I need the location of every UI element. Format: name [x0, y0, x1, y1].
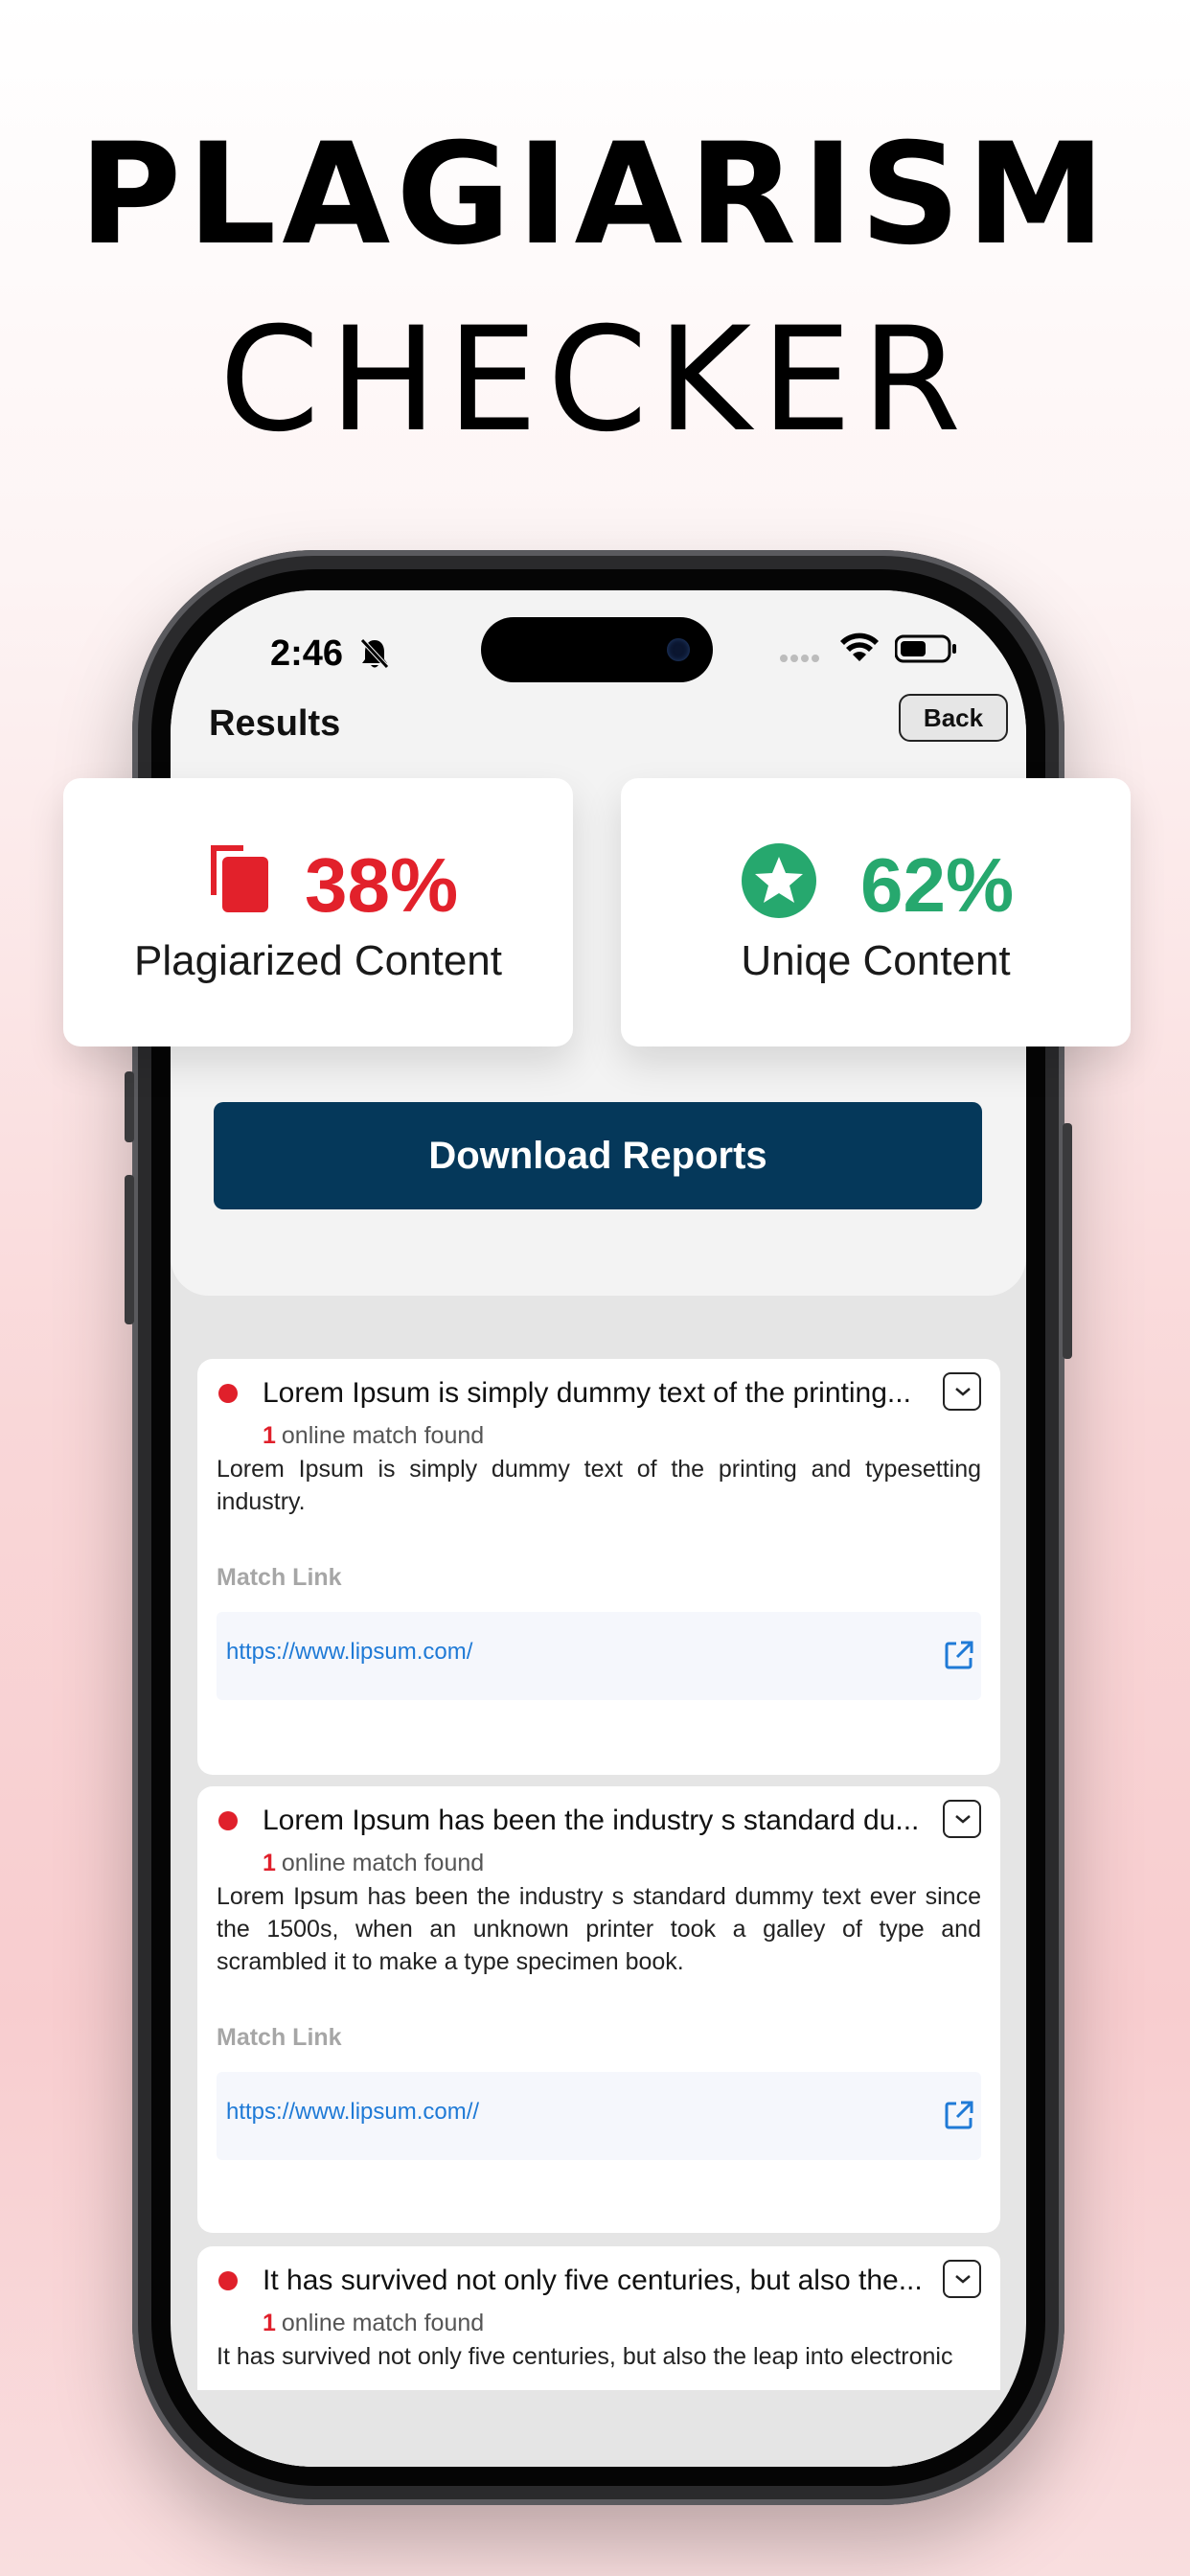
- battery-icon: [895, 634, 956, 663]
- result-description: Lorem Ipsum is simply dummy text of the …: [217, 1456, 981, 1515]
- phone-silent-switch: [125, 1071, 134, 1142]
- unique-label: Uniqe Content: [741, 937, 1011, 984]
- signal-dots-icon: [780, 650, 828, 662]
- match-link-label: Match Link: [217, 2024, 342, 2051]
- match-indicator-dot: [218, 2271, 238, 2290]
- phone-power-button: [1063, 1123, 1072, 1359]
- expand-toggle[interactable]: [943, 1372, 981, 1411]
- promo-title-line2: CHECKER: [218, 297, 972, 464]
- match-link-label: Match Link: [217, 1564, 342, 1591]
- match-indicator-dot: [218, 1384, 238, 1403]
- plagiarized-label: Plagiarized Content: [133, 937, 502, 984]
- back-button[interactable]: Back: [899, 694, 1008, 742]
- camera-icon: [667, 638, 690, 661]
- match-count: 1 online match found: [263, 2310, 485, 2336]
- chevron-down-icon: [955, 2275, 971, 2284]
- unique-percent: 62%: [860, 842, 1015, 928]
- result-title: Lorem Ipsum is simply dummy text of the …: [263, 1377, 911, 1409]
- unique-stat-card: 62% Uniqe Content: [621, 778, 1131, 1046]
- match-indicator-dot: [218, 1811, 238, 1830]
- chevron-down-icon: [955, 1388, 971, 1396]
- result-description: Lorem Ipsum has been the industry s stan…: [217, 1883, 981, 1975]
- dynamic-island: [481, 617, 713, 682]
- copy-icon: [211, 845, 268, 912]
- plagiarized-percent: 38%: [305, 842, 459, 928]
- result-card: Lorem Ipsum has been the industry s stan…: [197, 1786, 1000, 2233]
- match-count: 1 online match found: [263, 1422, 485, 1449]
- result-title: Lorem Ipsum has been the industry s stan…: [263, 1805, 920, 1836]
- match-count: 1 online match found: [263, 1850, 485, 1876]
- match-link-box: https://www.lipsum.com/: [217, 1612, 981, 1700]
- expand-toggle[interactable]: [943, 2260, 981, 2298]
- wifi-icon: [840, 632, 879, 661]
- match-link-url[interactable]: https://www.lipsum.com//: [226, 2099, 479, 2126]
- star-icon: [742, 843, 816, 918]
- bell-slash-icon: [360, 638, 389, 669]
- match-link-box: https://www.lipsum.com//: [217, 2072, 981, 2160]
- expand-toggle[interactable]: [943, 1800, 981, 1838]
- scroll-fade: [171, 2390, 1026, 2467]
- page-title: Results: [209, 703, 341, 744]
- plagiarized-stat-card: 38% Plagiarized Content: [63, 778, 573, 1046]
- result-card: Lorem Ipsum is simply dummy text of the …: [197, 1359, 1000, 1775]
- phone-volume-up-button: [125, 1175, 134, 1324]
- chevron-down-icon: [955, 1815, 971, 1824]
- result-description: It has survived not only five centuries,…: [217, 2343, 953, 2370]
- status-time: 2:46: [270, 633, 344, 674]
- result-title: It has survived not only five centuries,…: [263, 2265, 923, 2296]
- promo-title-line1: PLAGIARISM: [79, 113, 1111, 276]
- match-link-url[interactable]: https://www.lipsum.com/: [226, 1639, 472, 1666]
- external-link-icon[interactable]: [943, 2099, 975, 2131]
- download-reports-button[interactable]: Download Reports: [214, 1102, 982, 1209]
- external-link-icon[interactable]: [943, 1639, 975, 1671]
